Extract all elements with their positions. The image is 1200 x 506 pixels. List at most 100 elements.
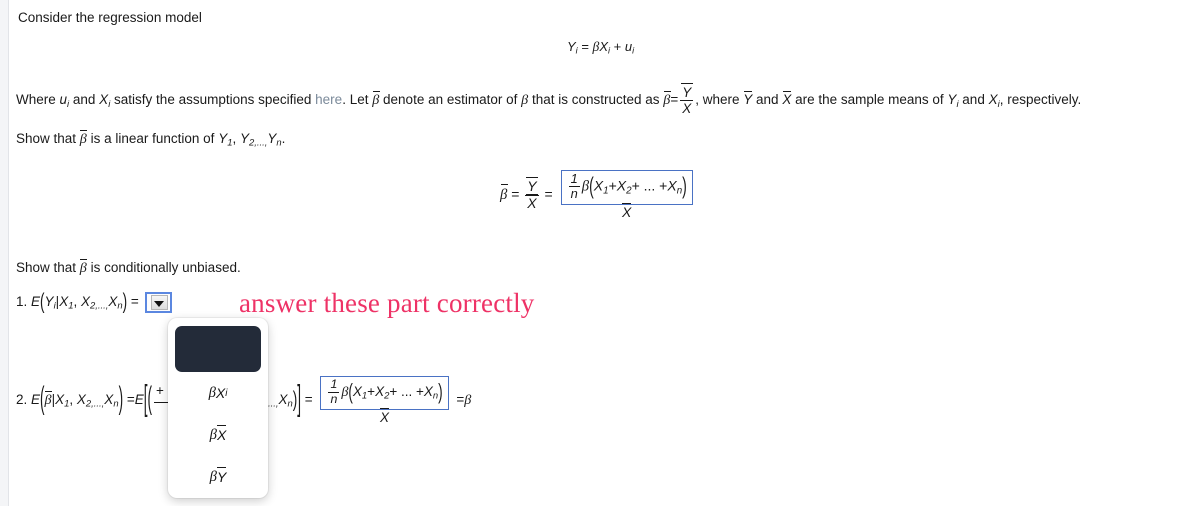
q2-ellipsis: ,..., <box>91 398 105 410</box>
intro-text: Consider the regression model <box>18 10 202 25</box>
where-frac-den: X <box>680 99 694 117</box>
where-betabar: β <box>372 90 380 109</box>
q1-X2: X <box>80 294 90 310</box>
q2-X2: X <box>76 392 86 408</box>
answer-dropdown-list[interactable]: βXi βX βY <box>168 318 268 498</box>
q2-paren-open: ( <box>147 381 153 416</box>
where-part4: denote an estimator of <box>379 92 522 108</box>
highlighted-expression-2: 1 n β(X1+X2+ ... +Xn) <box>320 376 449 410</box>
model-equals: = <box>581 39 589 54</box>
bbox-inner-beta: β <box>581 178 590 195</box>
q2-number: 2. <box>16 392 28 408</box>
bbox-open-paren: ( <box>589 171 594 199</box>
where-and3: and <box>958 92 989 108</box>
bbox-eq1: = <box>511 185 520 202</box>
q2-cXn: X <box>278 392 288 408</box>
opt2-Xbar: X <box>216 425 227 443</box>
model-Y: Y <box>567 39 576 54</box>
where-betabar2: β <box>663 90 671 109</box>
q2-rxn: X <box>423 383 433 399</box>
bbox-outer-den-wrap: X <box>559 203 695 221</box>
q1-E: E <box>31 294 41 310</box>
dropdown-option-beta-ybar[interactable]: βY <box>168 456 268 498</box>
opt1-sub: i <box>225 387 228 399</box>
opt2-beta: β <box>209 426 217 443</box>
q2-rx2: X <box>375 383 385 399</box>
where-part5: that is constructed as <box>528 92 664 108</box>
where-part7: are the sample means of <box>791 92 948 108</box>
q1-comma: , <box>73 294 81 310</box>
q2-E2: E <box>134 392 144 408</box>
q2-res-close: ) <box>438 379 443 404</box>
showunb-part2: is conditionally unbiased. <box>86 260 241 275</box>
opt3-Ybar: Y <box>216 467 227 485</box>
where-and1: and <box>69 92 100 108</box>
dropdown-option-beta-xbar[interactable]: βX <box>168 414 268 456</box>
showlin-comma1: , <box>232 131 240 146</box>
showunb-part1: Show that <box>16 260 80 275</box>
q2-result-den-wrap: X <box>318 408 450 425</box>
where-part6: , where <box>695 92 744 108</box>
showlin-betabar: β <box>79 129 88 147</box>
showlin-period: . <box>281 131 286 146</box>
showlin-Y2: Y <box>239 131 249 146</box>
q2-result-den: X <box>380 408 390 425</box>
q2-rplus1: + <box>367 383 376 399</box>
where-u: u <box>59 92 68 108</box>
showlin-ellipsis: ,..., <box>254 137 268 149</box>
q2-result-num: 1 n β(X1+X2+ ... +Xn) <box>318 376 450 410</box>
q1-number: 1. <box>16 294 28 310</box>
bbox-coef-num: 1 <box>570 171 578 186</box>
where-part8: , respectively. <box>999 92 1082 108</box>
q2-comma: , <box>69 392 77 408</box>
dropdown-option-beta-xi[interactable]: βXi <box>168 372 268 414</box>
q2-betabar: β <box>44 390 53 409</box>
q2-equals: = <box>126 392 135 408</box>
assumptions-here-link[interactable]: here <box>315 92 342 107</box>
q2-equals2: = <box>304 392 313 408</box>
bbox-x2: X <box>616 177 627 194</box>
answer-select-1[interactable] <box>144 292 172 313</box>
q2-close: ) <box>118 381 124 416</box>
model-equation: Yi = βXi + ui <box>567 38 634 57</box>
q1-equals: = <box>130 294 139 310</box>
question-1-row: 1. E(Yi|X1, X2,...,Xn) = <box>16 289 174 313</box>
bbox-xn: X <box>667 177 677 194</box>
bbox-plus2: + ... + <box>631 177 668 194</box>
q2-bracket-close: ] <box>297 378 302 418</box>
showlin-Y1: Y <box>218 131 228 146</box>
bbox-betabar: β <box>500 184 509 203</box>
bbox-plus1: + <box>608 177 617 194</box>
page-canvas: Consider the regression model Yi = βXi +… <box>0 0 1200 506</box>
q2-res-coef-den: n <box>328 391 340 406</box>
where-and2: and <box>752 92 783 108</box>
opt1-beta: β <box>208 384 216 401</box>
model-Y-sub: i <box>575 45 578 56</box>
highlighted-expression-1: 1 n β(X1+X2+ ... +Xn) <box>560 170 693 205</box>
showlin-part2: is a linear function of <box>86 131 219 146</box>
q2-res-coef-fraction: 1n <box>328 377 340 407</box>
q1-close: ) <box>122 288 128 314</box>
dropdown-option-blank[interactable] <box>175 326 261 372</box>
where-part1: Where <box>16 92 60 108</box>
left-edge-rail <box>0 0 9 506</box>
chevron-down-icon[interactable] <box>150 295 168 310</box>
where-equals: = <box>670 92 679 108</box>
q2-rx1: X <box>352 383 362 399</box>
opt1-X: X <box>215 385 226 401</box>
bbox-f1-den: X <box>525 194 539 211</box>
q1-ellipsis: ,..., <box>95 300 109 312</box>
bbox-x1: X <box>593 177 604 194</box>
where-X: X <box>99 92 109 108</box>
where-part3: . Let <box>342 92 373 108</box>
show-linear-sentence: Show that β is a linear function of Y1, … <box>16 129 286 149</box>
q2-res-open: ( <box>348 379 353 404</box>
q1-Y: Y <box>44 294 54 310</box>
beta-derivation-equation: β = YX = 1 n β(X1+X2+ ... +Xn) X <box>500 170 697 220</box>
q2-Xn: X <box>104 392 114 408</box>
q2-result-fraction: 1 n β(X1+X2+ ... +Xn) X <box>318 376 450 425</box>
q1-X1: X <box>59 294 69 310</box>
q2-rplus2: + ... + <box>389 383 424 399</box>
where-frac-num: Y <box>680 83 693 100</box>
q2-E: E <box>31 392 41 408</box>
